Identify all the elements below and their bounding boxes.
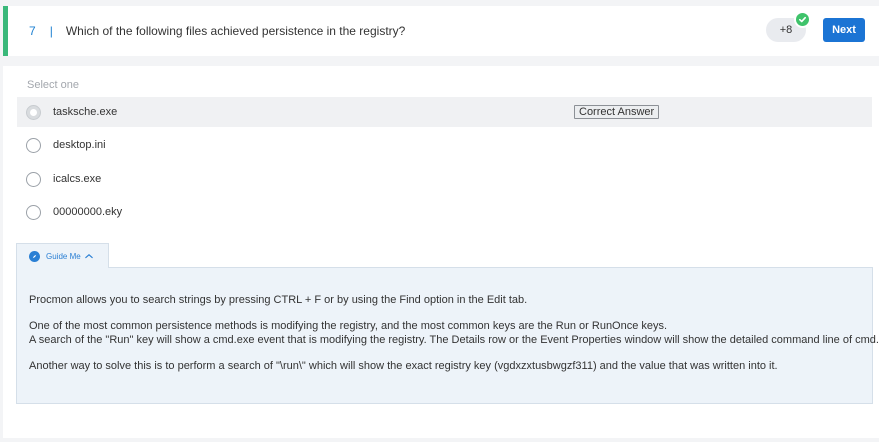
question-text: Which of the following files achieved pe… [65, 24, 406, 38]
check-icon [794, 11, 811, 28]
radio-button[interactable] [26, 137, 41, 153]
radio-button[interactable] [26, 204, 41, 220]
chevron-up-icon [84, 253, 93, 259]
guide-me-panel: Procmon allows you to search strings by … [16, 267, 879, 404]
option-desktop-ini[interactable]: desktop.ini [17, 130, 872, 160]
guide-paragraph: Another way to solve this is to perform … [29, 360, 778, 372]
option-label: desktop.ini [53, 139, 106, 151]
option-icalcs[interactable]: icalcs.exe [17, 164, 872, 194]
question-number: 7 [29, 24, 36, 38]
option-tasksche[interactable]: tasksche.exe Correct Answer [17, 97, 872, 127]
option-label: tasksche.exe [53, 106, 118, 118]
compass-icon [29, 250, 40, 262]
radio-button[interactable] [26, 171, 41, 187]
guide-paragraph: Procmon allows you to search strings by … [29, 294, 528, 306]
select-one-hint: Select one [27, 79, 79, 91]
guide-me-tab[interactable]: Guide Me [16, 243, 109, 268]
guide-paragraph: One of the most common persistence metho… [29, 320, 668, 332]
question-header: 7 | Which of the following files achieve… [3, 6, 879, 56]
option-label: icalcs.exe [53, 173, 102, 185]
radio-button[interactable] [26, 104, 41, 120]
option-eky[interactable]: 00000000.eky [17, 197, 872, 227]
correct-answer-badge: Correct Answer [574, 105, 660, 119]
guide-me-label: Guide Me [46, 251, 81, 261]
guide-paragraph: A search of the "Run" key will show a cm… [29, 334, 879, 346]
next-button[interactable]: Next [823, 18, 865, 42]
answer-panel: Select one tasksche.exe Correct Answer d… [3, 66, 879, 438]
option-label: 00000000.eky [53, 206, 123, 218]
question-separator: | [49, 24, 53, 38]
